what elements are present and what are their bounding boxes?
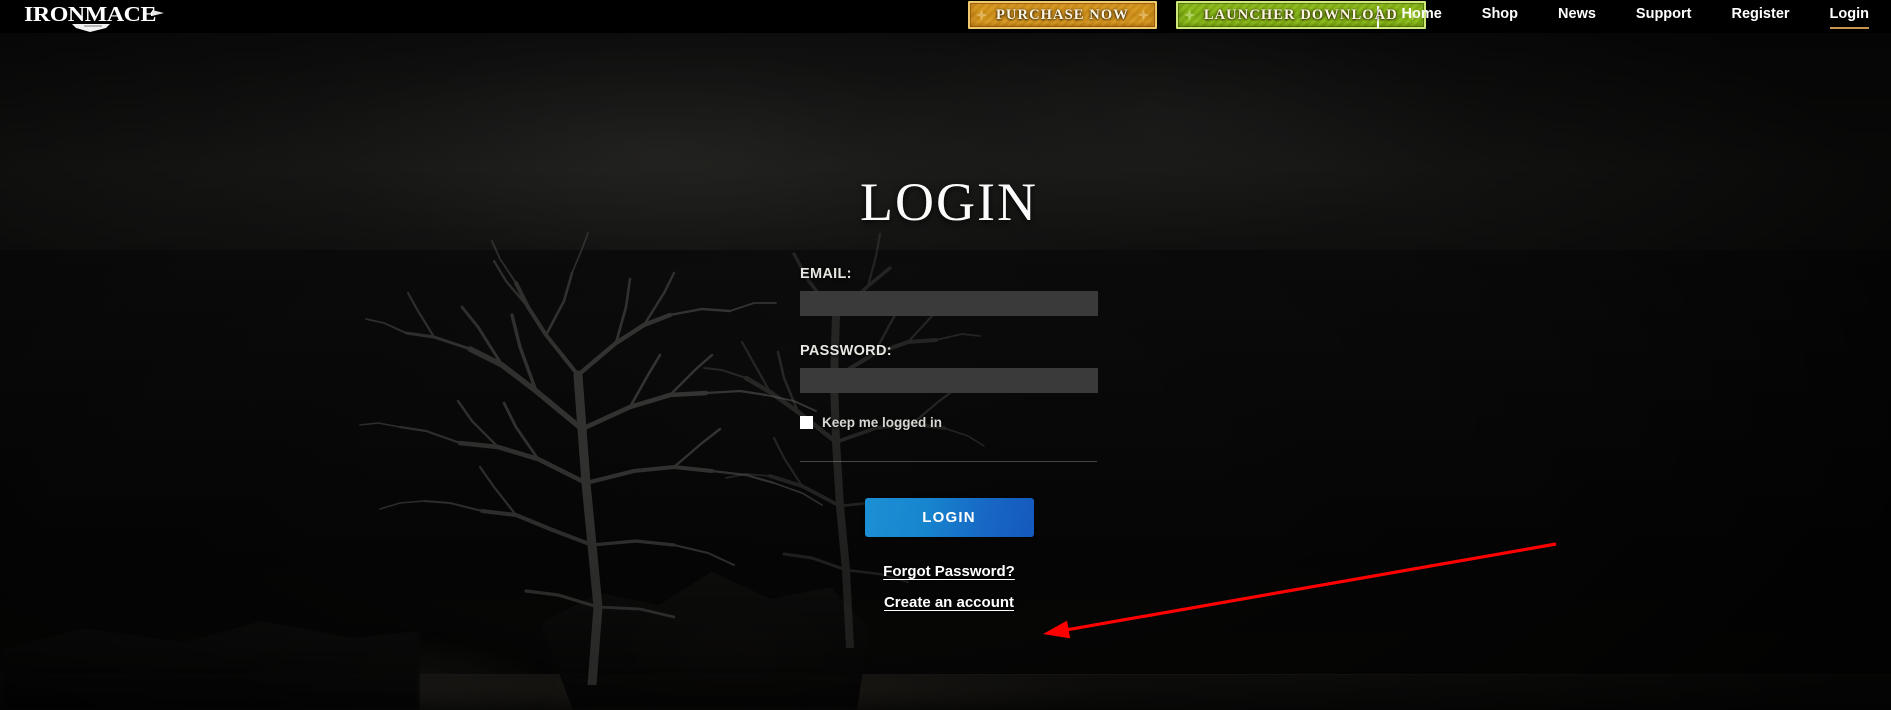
purchase-now-label: PURCHASE NOW [996, 6, 1129, 23]
ironmace-logo[interactable]: IRONMACE [24, 0, 174, 33]
nav-item-news[interactable]: News [1558, 7, 1596, 26]
ornament-flourish-icon [1183, 9, 1195, 21]
ornament-flourish-icon [1137, 9, 1149, 21]
logo-wordmark: IRONMACE [24, 2, 156, 26]
login-submit-button[interactable]: LOGIN [864, 498, 1034, 537]
nav-item-support[interactable]: Support [1636, 7, 1692, 26]
ornament-flourish-icon [1406, 9, 1418, 21]
email-label: EMAIL: [800, 266, 852, 282]
form-divider [800, 461, 1097, 462]
ornament-flourish-icon [976, 9, 987, 21]
create-account-link[interactable]: Create an account [800, 594, 1098, 611]
ironmace-logo-icon: IRONMACE [24, 2, 164, 32]
nav-item-login[interactable]: Login [1829, 7, 1870, 29]
site-header: IRONMACE PURCHASE NOW LAUNCHER DOWNLOAD … [0, 0, 1891, 33]
keep-logged-in-checkbox[interactable] [800, 416, 813, 429]
email-input[interactable] [800, 291, 1098, 316]
forgot-password-link[interactable]: Forgot Password? [800, 563, 1098, 580]
page-root: IRONMACE PURCHASE NOW LAUNCHER DOWNLOAD … [0, 0, 1891, 710]
main-navigation: Home Shop News Support Register Login [1377, 0, 1891, 33]
nav-item-shop[interactable]: Shop [1482, 7, 1518, 26]
password-label: PASSWORD: [800, 343, 892, 359]
keep-logged-in-row: Keep me logged in [800, 415, 1098, 430]
page-title: LOGIN [860, 172, 1038, 232]
header-promo-banners: PURCHASE NOW LAUNCHER DOWNLOAD [968, 1, 1426, 29]
purchase-now-banner[interactable]: PURCHASE NOW [968, 1, 1157, 29]
nav-item-register[interactable]: Register [1732, 7, 1790, 26]
password-input[interactable] [800, 368, 1098, 393]
login-panel: LOGIN EMAIL: PASSWORD: Keep me logged in… [800, 175, 1098, 611]
keep-logged-in-label[interactable]: Keep me logged in [822, 415, 942, 430]
launcher-download-label: LAUNCHER DOWNLOAD [1203, 6, 1398, 23]
